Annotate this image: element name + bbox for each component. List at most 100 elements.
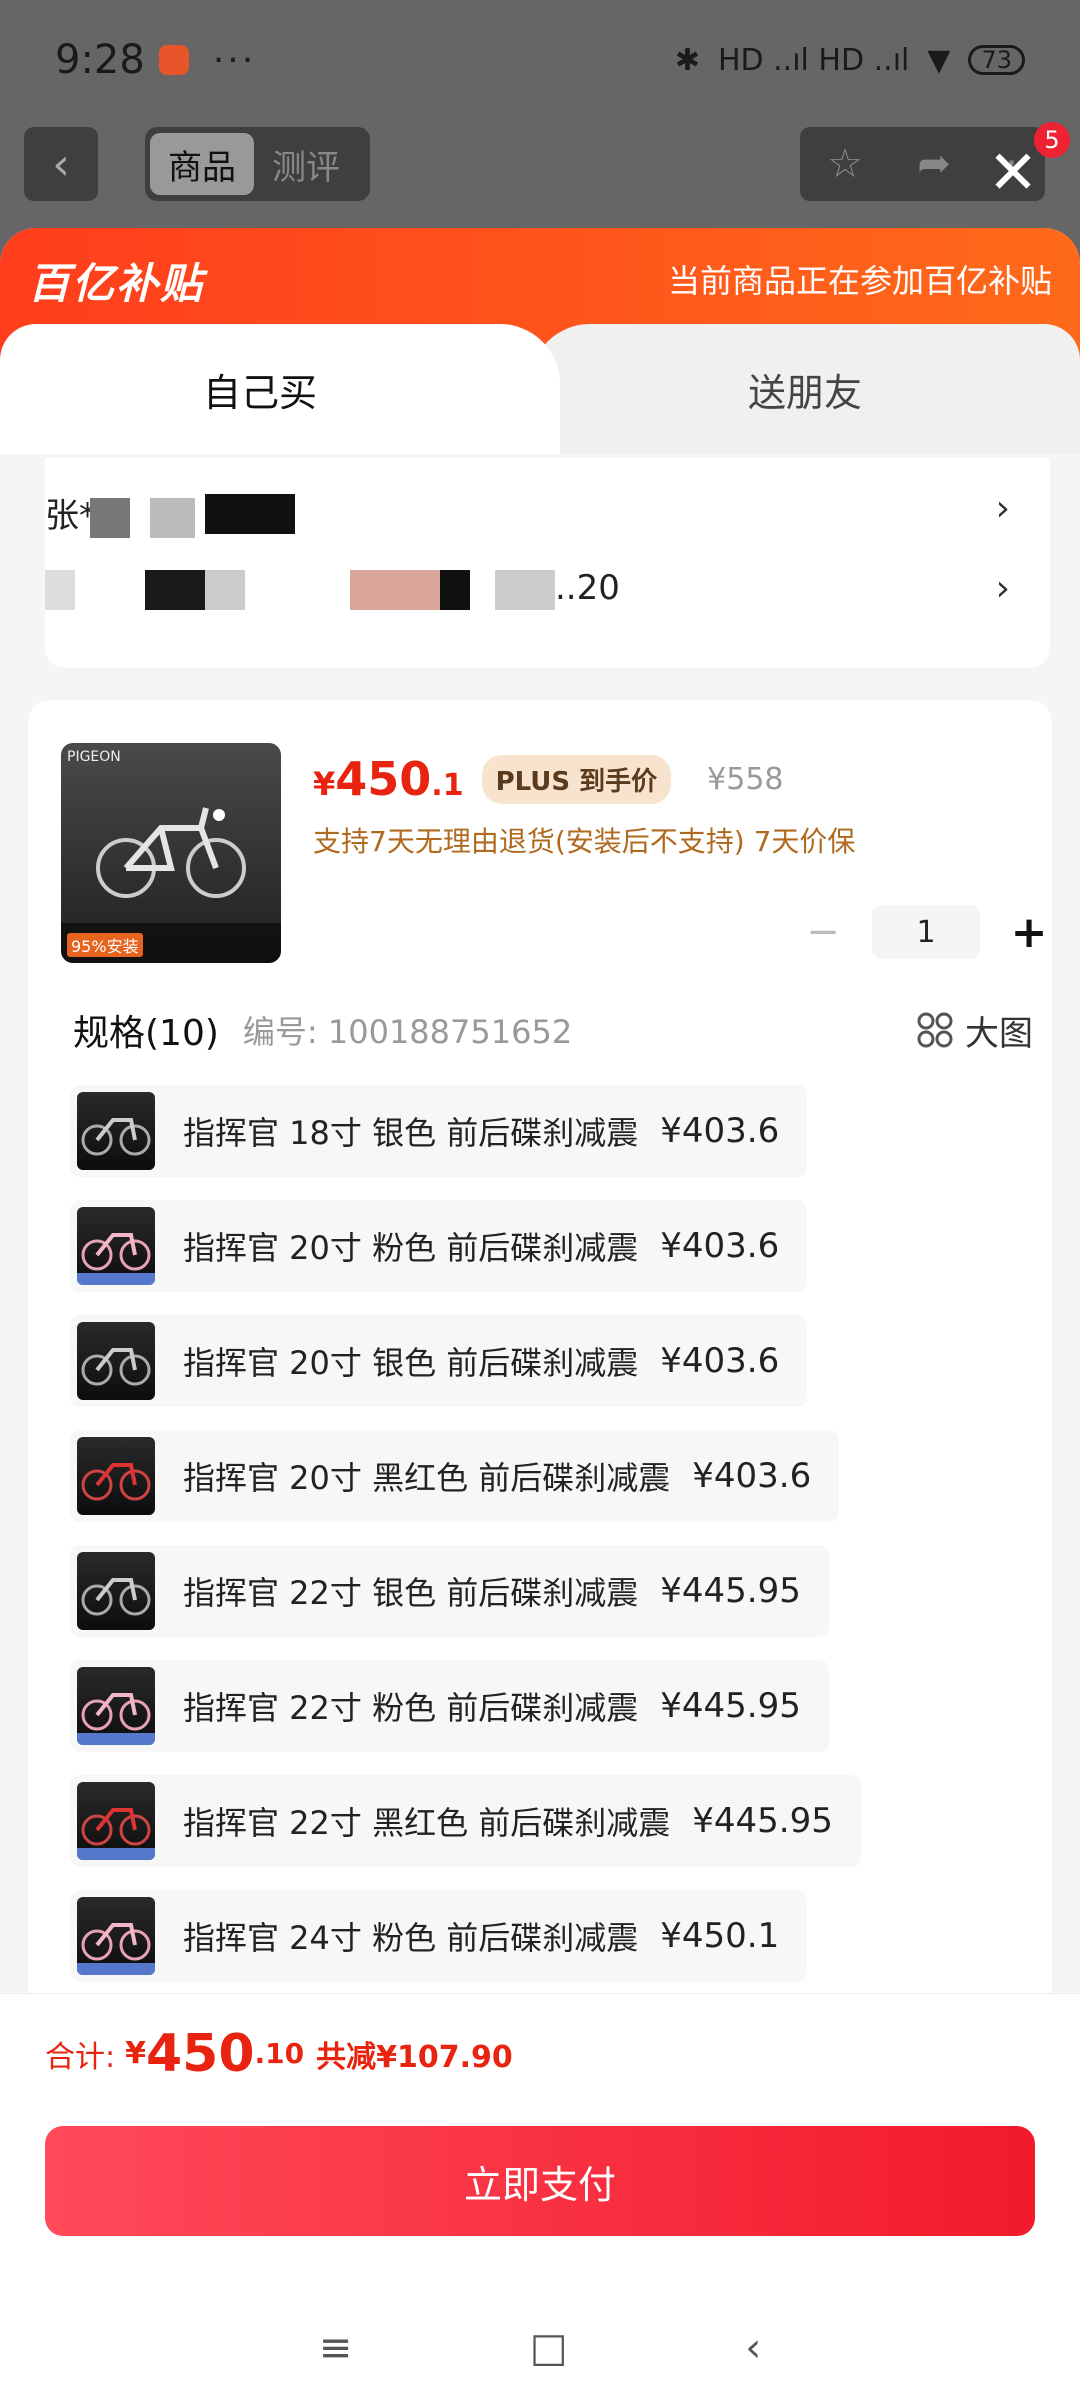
redacted-block <box>440 570 470 610</box>
more-notifications-icon: ··· <box>212 39 257 81</box>
app-notification-icon <box>158 45 189 75</box>
pay-area: 立即支付 ≡ □ ‹ <box>0 2113 1080 2400</box>
spec-thumbnail <box>77 1667 155 1745</box>
home-icon[interactable]: □ <box>530 2325 568 2371</box>
battery-level: 73 <box>981 46 1012 74</box>
total-price-decimal: .10 <box>254 2037 305 2070</box>
increase-quantity-button[interactable]: + <box>1004 907 1054 958</box>
spec-row: 指挥官 22寸 银色 前后碟刹减震 ¥445.95 <box>70 1545 1030 1660</box>
address-name: 张* <box>45 496 96 536</box>
star-icon[interactable]: ☆ <box>827 141 863 187</box>
status-icons: ✱ HD ..ıl HD ..ıl ▼ 73 <box>675 43 1025 78</box>
address-detail-row[interactable]: ..20 › <box>45 558 1050 628</box>
chevron-right-icon: › <box>995 568 1010 609</box>
spec-label: 指挥官 18寸 银色 前后碟刹减震 <box>183 1114 639 1152</box>
spec-row: 指挥官 18寸 银色 前后碟刹减震 ¥403.6 <box>70 1085 1030 1200</box>
spec-thumbnail <box>77 1322 155 1400</box>
price-line: ¥ 450 .1 PLUS 到手价 ¥558 <box>313 752 784 806</box>
spec-price: ¥403.6 <box>660 1341 780 1381</box>
redacted-block <box>495 570 555 610</box>
spec-price: ¥445.95 <box>660 1686 801 1726</box>
back-icon[interactable]: ‹ <box>745 2325 761 2371</box>
spec-label: 指挥官 22寸 银色 前后碟刹减震 <box>183 1574 639 1612</box>
spec-label: 指挥官 20寸 银色 前后碟刹减震 <box>183 1344 639 1382</box>
spec-row: 指挥官 24寸 粉色 前后碟刹减震 ¥450.1 <box>70 1890 1030 2005</box>
spec-row: 指挥官 22寸 黑红色 前后碟刹减震 ¥445.95 <box>70 1775 1030 1890</box>
spec-price: ¥403.6 <box>660 1111 780 1151</box>
spec-price: ¥403.6 <box>692 1456 812 1496</box>
redacted-block <box>205 570 245 610</box>
product-tabs: 商品 测评 <box>145 127 370 201</box>
share-icon[interactable]: ➦ <box>917 141 951 187</box>
spec-row: 指挥官 20寸 黑红色 前后碟刹减震 ¥403.6 <box>70 1430 1030 1545</box>
bike-image <box>96 807 246 898</box>
product-brand: PIGEON <box>67 749 121 765</box>
redacted-block <box>350 570 440 610</box>
spec-label: 指挥官 20寸 黑红色 前后碟刹减震 <box>183 1459 671 1497</box>
redacted-block <box>205 494 295 534</box>
spec-option[interactable]: 指挥官 24寸 粉色 前后碟刹减震 ¥450.1 <box>70 1890 808 1982</box>
tab-review[interactable]: 测评 <box>254 133 358 195</box>
product-code: 编号: 100188751652 <box>242 1013 573 1051</box>
spec-option[interactable]: 指挥官 20寸 黑红色 前后碟刹减震 ¥403.6 <box>70 1430 840 1522</box>
chevron-left-icon: ‹ <box>52 138 70 190</box>
total-bar: 合计: ¥ 450 .10 共减¥107.90 <box>0 1993 1080 2113</box>
close-icon[interactable]: ✕ <box>985 143 1041 203</box>
spec-thumbnail <box>77 1552 155 1630</box>
address-card[interactable]: 张* › ..20 › <box>45 458 1050 668</box>
spec-row: 指挥官 20寸 粉色 前后碟刹减震 ¥403.6 <box>70 1200 1030 1315</box>
price-decimal: .1 <box>431 768 464 803</box>
spec-option[interactable]: 指挥官 22寸 黑红色 前后碟刹减震 ¥445.95 <box>70 1775 861 1867</box>
spec-price: ¥445.95 <box>692 1801 833 1841</box>
big-image-button[interactable]: 大图 <box>917 1006 1033 1055</box>
total-label: 合计: <box>45 2039 116 2075</box>
spec-label: 指挥官 22寸 黑红色 前后碟刹减震 <box>183 1804 671 1842</box>
spec-row: 指挥官 20寸 银色 前后碟刹减震 ¥403.6 <box>70 1315 1030 1430</box>
tab-gift-friend[interactable]: 送朋友 <box>530 324 1080 454</box>
wifi-icon: ▼ <box>927 42 951 78</box>
plus-price-tag: PLUS 到手价 <box>481 754 672 804</box>
spec-option[interactable]: 指挥官 22寸 银色 前后碟刹减震 ¥445.95 <box>70 1545 829 1637</box>
spec-price: ¥403.6 <box>660 1226 780 1266</box>
decrease-quantity-button[interactable]: − <box>798 907 848 957</box>
spec-thumbnail <box>77 1207 155 1285</box>
status-bar: 9:28 ··· ✱ HD ..ıl HD ..ıl ▼ 73 <box>0 0 1080 120</box>
back-button[interactable]: ‹ <box>24 127 98 201</box>
signal-icon: HD ..ıl HD ..ıl <box>717 42 910 78</box>
address-name-row[interactable]: 张* › <box>45 478 1050 548</box>
spec-row: 指挥官 22寸 粉色 前后碟刹减震 ¥445.95 <box>70 1660 1030 1775</box>
install-badge: 95%安装 <box>67 933 143 957</box>
spec-option[interactable]: 指挥官 20寸 银色 前后碟刹减震 ¥403.6 <box>70 1315 808 1407</box>
quantity-field[interactable]: 1 <box>872 905 980 959</box>
pay-now-button[interactable]: 立即支付 <box>45 2126 1035 2236</box>
quantity-stepper: − 1 + <box>798 905 1054 959</box>
total-discount: 共减¥107.90 <box>316 2039 513 2075</box>
price-symbol: ¥ <box>313 765 336 803</box>
product-header: ‹ 商品 测评 ☆ ➦ · 5 ✕ <box>0 122 1080 205</box>
tab-buy-self[interactable]: 自己买 <box>0 324 560 454</box>
battery-icon: 73 <box>968 45 1025 75</box>
buy-mode-tabs: 送朋友 自己买 <box>0 324 1080 454</box>
spec-price: ¥450.1 <box>660 1916 780 1956</box>
product-image[interactable]: PIGEON 95%安装 <box>61 743 281 963</box>
spec-label: 指挥官 24寸 粉色 前后碟刹减震 <box>183 1919 639 1957</box>
spec-option[interactable]: 指挥官 22寸 粉色 前后碟刹减震 ¥445.95 <box>70 1660 829 1752</box>
redacted-block <box>45 570 75 610</box>
spec-thumbnail <box>77 1092 155 1170</box>
spec-option[interactable]: 指挥官 18寸 银色 前后碟刹减震 ¥403.6 <box>70 1085 808 1177</box>
tab-product[interactable]: 商品 <box>150 133 254 195</box>
price-main: 450 <box>335 752 432 806</box>
subsidy-text: 当前商品正在参加百亿补贴 <box>667 262 1052 300</box>
redacted-block <box>90 498 130 538</box>
spec-label: 指挥官 22寸 粉色 前后碟刹减震 <box>183 1689 639 1727</box>
system-nav-bar: ≡ □ ‹ <box>0 2313 1080 2383</box>
spec-title: 规格(10) <box>73 1013 219 1054</box>
spec-header: 规格(10) 编号: 100188751652 大图 <box>73 1000 1033 1060</box>
spec-label: 指挥官 20寸 粉色 前后碟刹减震 <box>183 1229 639 1267</box>
chevron-right-icon: › <box>995 488 1010 529</box>
spec-option[interactable]: 指挥官 20寸 粉色 前后碟刹减震 ¥403.6 <box>70 1200 808 1292</box>
address-detail: ..20 <box>555 568 620 608</box>
grid-icon <box>917 1012 953 1048</box>
menu-icon[interactable]: ≡ <box>319 2325 353 2371</box>
goods-card: PIGEON 95%安装 ¥ 450 .1 PLUS 到手价 ¥558 支持7天… <box>28 700 1052 2220</box>
